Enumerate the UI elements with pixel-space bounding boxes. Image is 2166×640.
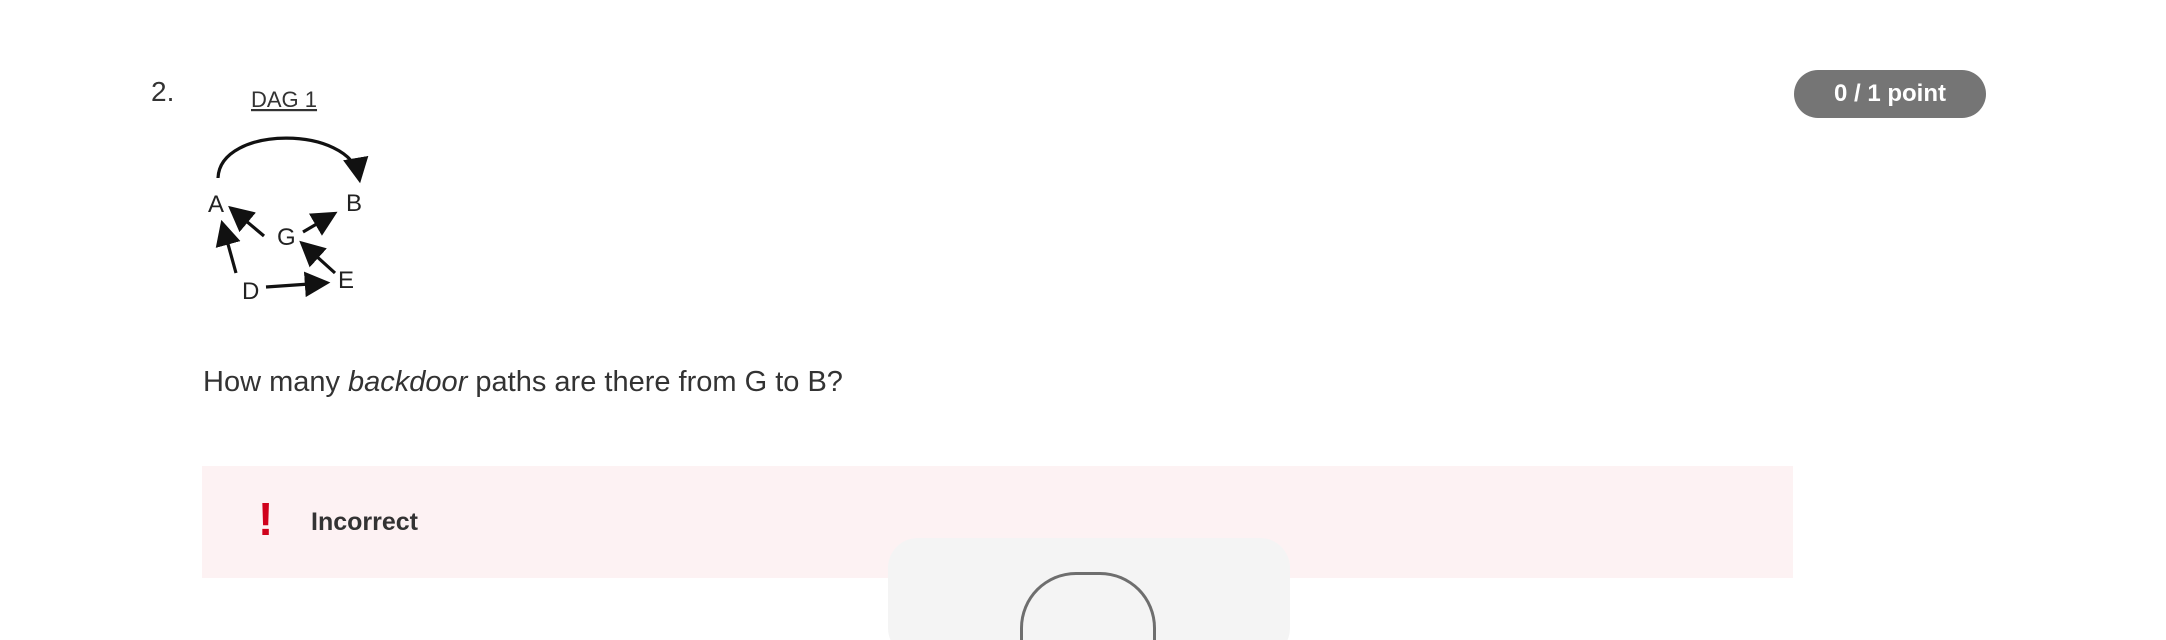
exclamation-icon: ! <box>258 493 274 545</box>
dag-edge-d-e <box>265 271 331 298</box>
quiz-page: 2. DAG 1 A B G D E 0 / 1 point How many … <box>0 0 2166 640</box>
dag-node-e: E <box>338 267 354 294</box>
dag-edge-e-g <box>299 240 337 275</box>
question-text-emphasis: backdoor <box>348 366 468 398</box>
dag-title: DAG 1 <box>251 87 317 112</box>
dag-diagram: DAG 1 A B G D E <box>208 87 369 305</box>
dag-node-d: D <box>242 278 259 305</box>
dag-edge-g-a <box>228 205 266 238</box>
dag-node-g: G <box>277 224 296 251</box>
dag-node-b: B <box>346 190 362 217</box>
question-text-before: How many <box>203 366 349 398</box>
points-badge: 0 / 1 point <box>1794 70 1986 118</box>
dag-edge-a-b <box>216 136 369 184</box>
dag-edge-g-b <box>302 211 338 236</box>
feedback-status-label: Incorrect <box>311 508 418 536</box>
dag-node-a: A <box>208 191 224 218</box>
question-number: 2. <box>151 76 175 107</box>
dag-edge-d-a <box>215 219 241 274</box>
question-text-after: paths are there from G to B? <box>467 366 843 398</box>
question-prompt: How many backdoor paths are there from G… <box>203 366 843 399</box>
